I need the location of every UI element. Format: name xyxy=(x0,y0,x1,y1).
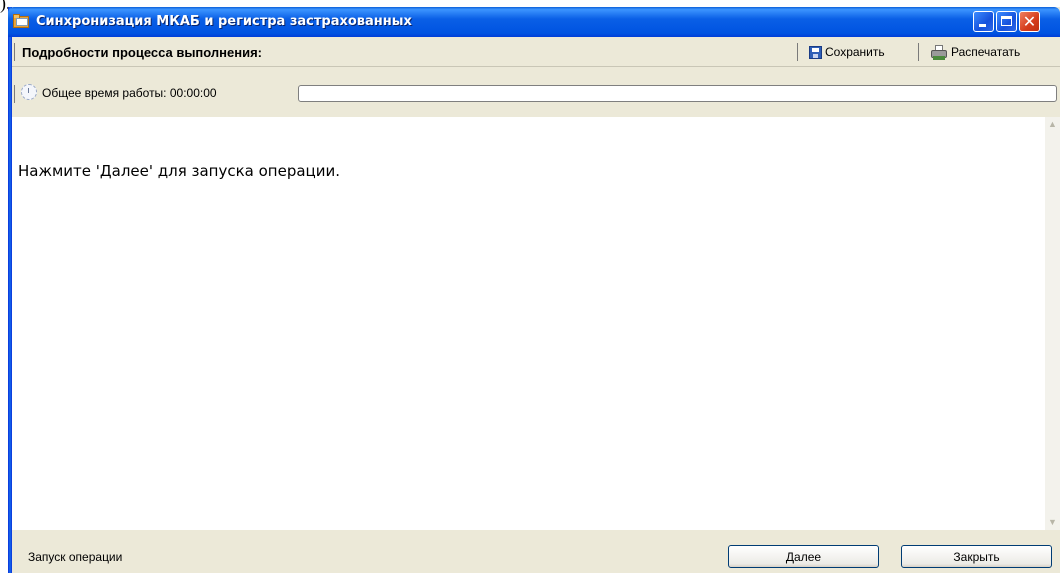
details-header: Подробности процесса выполнения: Сохрани… xyxy=(12,37,1060,67)
save-button[interactable]: Сохранить xyxy=(809,42,885,62)
next-button[interactable]: Далее xyxy=(728,545,879,568)
toolbar-grip xyxy=(14,43,15,61)
clock-icon xyxy=(21,84,37,100)
floppy-disk-icon xyxy=(809,45,822,59)
progress-bar xyxy=(298,85,1057,102)
close-icon: ✕ xyxy=(1022,12,1037,31)
instruction-message: Нажмите 'Далее' для запуска операции. xyxy=(18,162,341,180)
status-text: Запуск операции xyxy=(28,550,123,564)
elapsed-time-label: Общее время работы: 00:00:00 xyxy=(42,86,217,100)
save-label: Сохранить xyxy=(825,45,885,59)
folder-app-icon xyxy=(13,14,29,28)
footer: Запуск операции Далее Закрыть xyxy=(12,530,1060,573)
minimize-icon xyxy=(979,24,986,27)
window-title: Синхронизация МКАБ и регистра застрахова… xyxy=(36,14,412,29)
toolbar-separator xyxy=(797,43,798,61)
scroll-up-icon[interactable]: ▲ xyxy=(1045,117,1060,132)
header-title: Подробности процесса выполнения: xyxy=(22,45,263,60)
minimize-button[interactable] xyxy=(973,11,994,32)
scroll-down-icon[interactable]: ▼ xyxy=(1045,515,1060,530)
dialog-window: Синхронизация МКАБ и регистра застрахова… xyxy=(8,7,1060,573)
close-window-button[interactable]: ✕ xyxy=(1019,11,1040,32)
maximize-button[interactable] xyxy=(996,11,1017,32)
toolbar-separator xyxy=(918,43,919,61)
log-area[interactable]: Нажмите 'Далее' для запуска операции. xyxy=(12,117,1045,530)
printer-icon xyxy=(930,44,948,60)
print-label: Распечатать xyxy=(951,45,1021,59)
close-button[interactable]: Закрыть xyxy=(901,545,1052,568)
vertical-scrollbar[interactable]: ▲ ▼ xyxy=(1045,117,1060,530)
timer-row: Общее время работы: 00:00:00 xyxy=(12,79,1060,109)
maximize-icon xyxy=(1001,16,1012,26)
print-button[interactable]: Распечатать xyxy=(930,42,1020,62)
toolbar-grip xyxy=(14,85,15,103)
title-bar[interactable]: Синхронизация МКАБ и регистра застрахова… xyxy=(8,7,1060,37)
